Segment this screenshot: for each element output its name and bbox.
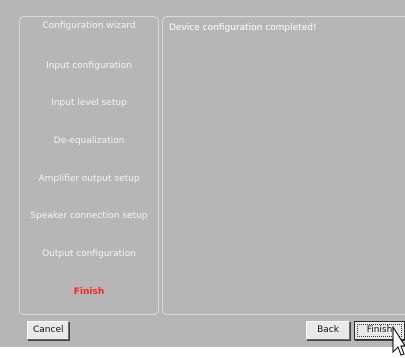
step-amplifier-output-setup: Amplifier output setup	[38, 174, 140, 184]
step-de-equalization: De-equalization	[53, 136, 125, 146]
step-input-level-setup: Input level setup	[51, 98, 127, 108]
completion-message: Device configuration completed!	[169, 23, 317, 33]
mouse-cursor-icon	[392, 326, 405, 356]
back-button[interactable]: Back	[306, 321, 350, 340]
step-configuration-wizard: Configuration wizard	[42, 21, 136, 31]
step-speaker-connection-setup: Speaker connection setup	[30, 211, 148, 221]
step-finish: Finish	[73, 287, 105, 297]
cancel-button[interactable]: Cancel	[27, 321, 69, 340]
wizard-window: Configuration wizard Input configuration…	[0, 0, 405, 347]
step-output-configuration: Output configuration	[42, 249, 136, 259]
steps-panel: Configuration wizard Input configuration…	[19, 16, 159, 315]
step-input-configuration: Input configuration	[46, 61, 132, 71]
message-panel: Device configuration completed!	[162, 16, 405, 315]
